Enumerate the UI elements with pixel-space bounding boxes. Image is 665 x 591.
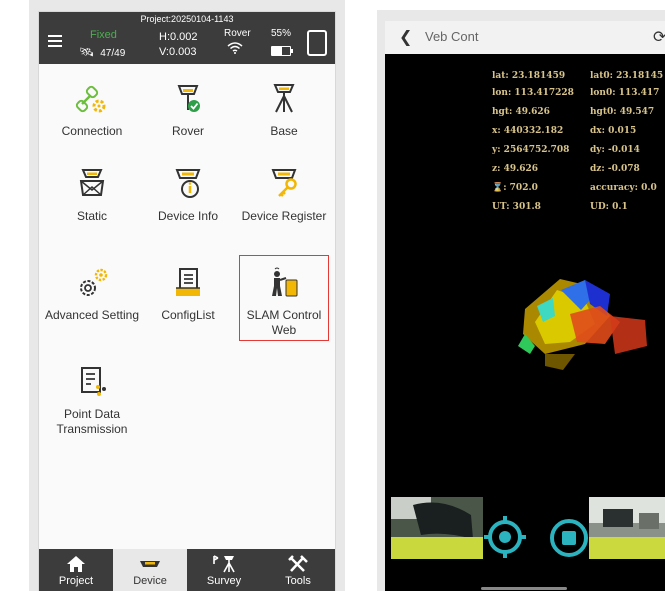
camera-preview-left[interactable] bbox=[391, 497, 483, 559]
menu-label: Static bbox=[76, 209, 107, 223]
web-header: ❮ Veb Cont ⟳ bbox=[385, 21, 665, 54]
menu-configlist[interactable]: ConfigList bbox=[140, 266, 236, 323]
menu-label: Connection bbox=[61, 124, 123, 138]
project-name: Project:20250104-1143 bbox=[140, 14, 234, 24]
point-cloud-view[interactable] bbox=[385, 54, 665, 494]
menu-point-data-transmission[interactable]: Point Data Transmission bbox=[44, 365, 140, 437]
nav-project[interactable]: Project bbox=[39, 549, 113, 591]
menu-label: Advanced Setting bbox=[44, 308, 140, 322]
home-indicator bbox=[481, 587, 567, 590]
camera-right-image bbox=[589, 497, 665, 559]
fix-status: Fixed bbox=[90, 29, 117, 41]
vertical-precision: V:0.003 bbox=[159, 46, 197, 58]
bottom-navigation: Project Device Survey Tools bbox=[39, 549, 335, 591]
menu-device-register[interactable]: Device Register bbox=[236, 167, 332, 224]
stop-record-button[interactable] bbox=[548, 517, 590, 559]
menu-label: Base bbox=[270, 124, 298, 138]
horizontal-precision: H:0.002 bbox=[159, 31, 198, 43]
menu-static[interactable]: Static bbox=[44, 167, 140, 224]
hamburger-menu-icon[interactable] bbox=[48, 35, 62, 47]
nav-survey[interactable]: Survey bbox=[187, 549, 261, 591]
nav-tools[interactable]: Tools bbox=[261, 549, 335, 591]
menu-rover[interactable]: Rover bbox=[140, 82, 236, 139]
menu-connection[interactable]: Connection bbox=[44, 82, 140, 139]
nav-device[interactable]: Device bbox=[113, 549, 187, 591]
status-bar: Project:20250104-1143 Fixed 🛰 47/49 H:0.0… bbox=[39, 12, 335, 64]
static-icon bbox=[79, 169, 105, 196]
locate-target-button[interactable] bbox=[483, 515, 527, 559]
back-arrow-icon[interactable]: ❮ bbox=[399, 27, 412, 47]
battery-icon bbox=[271, 46, 293, 56]
connection-icon bbox=[75, 85, 106, 113]
menu-label: Device Info bbox=[157, 209, 219, 223]
nav-label: Device bbox=[133, 575, 167, 587]
nav-label: Survey bbox=[206, 575, 242, 587]
tools-icon bbox=[288, 555, 308, 572]
menu-label: Rover bbox=[171, 124, 204, 138]
wifi-icon bbox=[227, 42, 243, 54]
selection-highlight bbox=[239, 255, 329, 341]
menu-label: ConfigList bbox=[161, 308, 215, 322]
battery-percent: 55% bbox=[271, 28, 292, 39]
left-phone-screen: Project:20250104-1143 Fixed 🛰 47/49 H:0.0… bbox=[39, 12, 335, 591]
configlist-icon bbox=[176, 268, 200, 296]
survey-icon bbox=[213, 555, 235, 573]
right-phone-screen: ❮ Veb Cont ⟳ lat: 23.181459 lon: 113.417… bbox=[385, 21, 665, 591]
menu-base[interactable]: Base bbox=[236, 82, 332, 139]
device-register-key-icon bbox=[271, 169, 297, 197]
refresh-icon[interactable]: ⟳ bbox=[653, 27, 665, 47]
web-page-title: Veb Cont bbox=[425, 29, 479, 44]
point-data-transmission-icon bbox=[81, 367, 106, 396]
nav-label: Tools bbox=[285, 575, 311, 587]
rover-icon bbox=[177, 85, 200, 112]
mode-label: Rover bbox=[224, 28, 251, 39]
camera-preview-right[interactable] bbox=[589, 497, 665, 559]
satellite-count: 🛰 47/49 bbox=[79, 45, 126, 59]
camera-left-image bbox=[391, 497, 483, 559]
base-tripod-icon bbox=[273, 84, 295, 113]
nav-label: Project bbox=[58, 575, 94, 587]
device-info-icon bbox=[175, 169, 201, 198]
menu-advanced-setting[interactable]: Advanced Setting bbox=[44, 266, 140, 323]
device-receiver-icon bbox=[140, 561, 160, 567]
device-switch-icon[interactable] bbox=[307, 30, 327, 56]
home-icon bbox=[67, 556, 85, 572]
satellite-icon: 🛰 bbox=[79, 45, 95, 59]
advanced-setting-gear-icon bbox=[80, 268, 108, 296]
menu-label: Device Register bbox=[241, 209, 327, 223]
menu-label: Point Data Transmission bbox=[56, 407, 128, 436]
menu-device-info[interactable]: Device Info bbox=[140, 167, 236, 224]
